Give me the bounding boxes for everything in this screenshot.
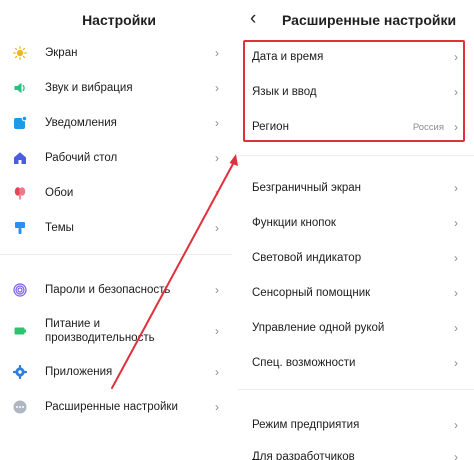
chevron-right-icon: › xyxy=(454,418,458,432)
chevron-right-icon: › xyxy=(215,151,219,165)
advanced-item-button-functions[interactable]: Функции кнопок › xyxy=(238,206,474,240)
advanced-item-label: Сенсорный помощник xyxy=(252,287,371,299)
region-value: Россия xyxy=(412,122,444,133)
home-icon xyxy=(13,151,27,165)
advanced-item-label: Спец. возможности xyxy=(252,357,356,369)
chevron-right-icon: › xyxy=(215,365,219,379)
sun-icon xyxy=(13,46,27,60)
speaker-icon xyxy=(13,81,27,95)
settings-item-label: Темы xyxy=(45,222,74,234)
advanced-item-label: Безграничный экран xyxy=(252,182,361,194)
settings-item-label: Рабочий стол xyxy=(45,152,118,164)
chevron-right-icon: › xyxy=(215,186,219,200)
advanced-item-label: Для разработчиков xyxy=(252,451,355,460)
advanced-item-region[interactable]: Регион Россия › xyxy=(238,110,474,144)
more-dots-icon xyxy=(13,400,27,414)
settings-item-wallpaper[interactable]: Обои › xyxy=(0,176,232,210)
chevron-right-icon: › xyxy=(215,46,219,60)
chevron-right-icon: › xyxy=(454,85,458,99)
chevron-right-icon: › xyxy=(454,181,458,195)
gear-icon xyxy=(13,365,27,379)
settings-item-label: Пароли и безопасность xyxy=(45,284,171,296)
advanced-item-fullscreen[interactable]: Безграничный экран › xyxy=(238,171,474,205)
section-divider xyxy=(0,254,232,255)
advanced-item-language-input[interactable]: Язык и ввод › xyxy=(238,75,474,109)
notification-icon xyxy=(13,116,27,130)
advanced-item-date-time[interactable]: Дата и время › xyxy=(238,40,474,74)
chevron-right-icon: › xyxy=(454,321,458,335)
settings-item-advanced[interactable]: Расширенные настройки › xyxy=(0,390,232,424)
page-title: Расширенные настройки xyxy=(282,12,457,28)
chevron-right-icon: › xyxy=(454,450,458,460)
settings-item-themes[interactable]: Темы › xyxy=(0,211,232,245)
settings-item-label-line1: Питание и xyxy=(45,318,101,330)
advanced-item-label: Дата и время xyxy=(252,51,324,63)
settings-item-home-screen[interactable]: Рабочий стол › xyxy=(0,141,232,175)
brush-icon xyxy=(13,221,27,235)
chevron-right-icon: › xyxy=(454,356,458,370)
flower-icon xyxy=(13,186,27,200)
settings-item-display[interactable]: Экран › xyxy=(0,36,232,70)
chevron-right-icon: › xyxy=(454,120,458,134)
battery-icon xyxy=(13,324,27,338)
chevron-right-icon: › xyxy=(215,324,219,338)
settings-item-label: Звук и вибрация xyxy=(45,82,133,94)
advanced-settings-panel: ‹ Расширенные настройки Дата и время › Я… xyxy=(238,0,474,460)
settings-item-apps[interactable]: Приложения › xyxy=(0,355,232,389)
settings-item-label: Приложения xyxy=(45,366,113,378)
chevron-right-icon: › xyxy=(215,116,219,130)
settings-item-label-line2: производительность xyxy=(45,332,155,344)
settings-item-passwords-security[interactable]: Пароли и безопасность › xyxy=(0,273,232,307)
advanced-item-label: Световой индикатор xyxy=(252,252,362,264)
advanced-item-label: Режим предприятия xyxy=(252,419,360,431)
advanced-item-developer-options[interactable]: Для разработчиков › xyxy=(238,440,474,460)
chevron-right-icon: › xyxy=(215,400,219,414)
settings-item-sound[interactable]: Звук и вибрация › xyxy=(0,71,232,105)
chevron-right-icon: › xyxy=(454,216,458,230)
fingerprint-icon xyxy=(13,283,27,297)
settings-item-label: Расширенные настройки xyxy=(45,401,178,413)
advanced-item-label: Функции кнопок xyxy=(252,217,336,229)
settings-item-battery-performance[interactable]: Питание и производительность › xyxy=(0,314,232,348)
chevron-right-icon: › xyxy=(215,221,219,235)
settings-item-label: Экран xyxy=(45,47,78,59)
settings-item-label: Уведомления xyxy=(45,117,117,129)
section-divider xyxy=(238,389,474,390)
page-title: Настройки xyxy=(82,12,156,28)
advanced-item-label: Управление одной рукой xyxy=(252,322,385,334)
advanced-item-enterprise-mode[interactable]: Режим предприятия › xyxy=(238,408,474,442)
chevron-right-icon: › xyxy=(215,283,219,297)
section-divider xyxy=(238,155,474,156)
chevron-right-icon: › xyxy=(215,81,219,95)
advanced-item-accessibility[interactable]: Спец. возможности › xyxy=(238,346,474,380)
settings-panel: Настройки Экран › Звук и вибрация › Увед… xyxy=(0,0,232,460)
chevron-right-icon: › xyxy=(454,251,458,265)
advanced-item-label: Язык и ввод xyxy=(252,86,317,98)
settings-item-notifications[interactable]: Уведомления › xyxy=(0,106,232,140)
advanced-item-touch-assistant[interactable]: Сенсорный помощник › xyxy=(238,276,474,310)
chevron-right-icon: › xyxy=(454,50,458,64)
chevron-right-icon: › xyxy=(454,286,458,300)
advanced-item-one-handed-mode[interactable]: Управление одной рукой › xyxy=(238,311,474,345)
advanced-item-led-indicator[interactable]: Световой индикатор › xyxy=(238,241,474,275)
settings-item-label: Обои xyxy=(45,187,74,199)
back-arrow-icon[interactable]: ‹ xyxy=(250,8,256,30)
advanced-item-label: Регион xyxy=(252,121,289,133)
